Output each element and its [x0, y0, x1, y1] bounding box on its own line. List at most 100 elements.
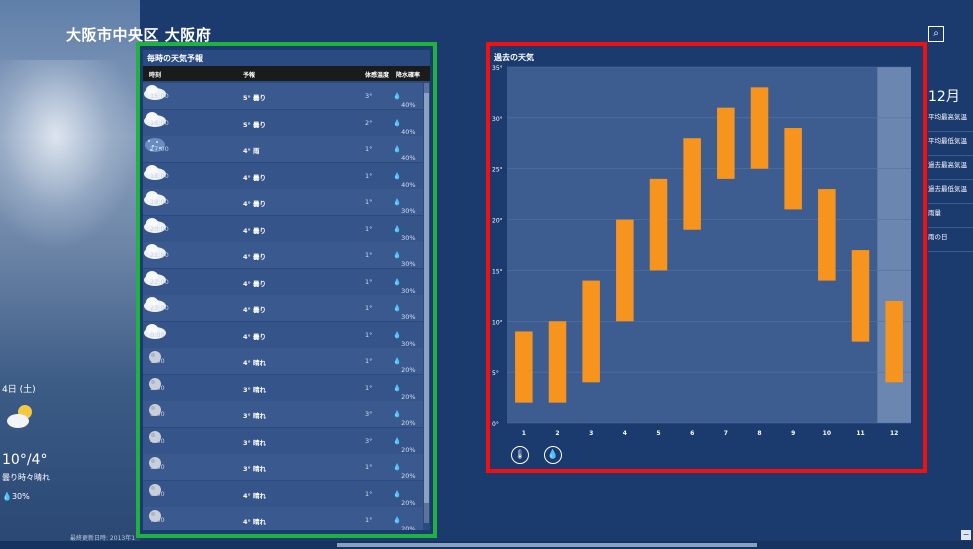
hourly-time: 22:00 — [150, 277, 169, 286]
hourly-row[interactable]: 17:00 4° 雨 1° 💧 40% — [143, 136, 423, 162]
hourly-row[interactable]: 19:00 4° 曇り 1° 💧 30% — [143, 189, 423, 215]
hourly-row[interactable]: 6:00 4° 晴れ 1° 💧 20% — [143, 480, 423, 507]
chart-x-tick: 7 — [724, 430, 728, 437]
hourly-precip: 💧 20% — [393, 410, 416, 427]
hourly-feels-like: 3° — [365, 410, 373, 418]
temperature-toggle-button[interactable]: 🌡 — [511, 446, 529, 464]
today-precip: 💧30% — [2, 492, 30, 501]
chart-y-tick: 0° — [492, 421, 499, 428]
hourly-row[interactable]: 16:00 5° 曇り 2° 💧 40% — [143, 109, 423, 136]
hourly-list[interactable]: 15:00 5° 曇り 3° 💧 40% 16:00 5° 曇り 2° 💧 40% 17:00 4… — [143, 83, 423, 530]
hourly-row[interactable]: 21:00 4° 曇り 1° 💧 30% — [143, 242, 423, 268]
hourly-precip-value: 20% — [401, 525, 416, 530]
month-stats-list: 平均最高気温 平均最低気温 過去最高気温 過去最低気温 雨量 雨の日 — [928, 108, 973, 252]
hourly-time: 6:00 — [150, 489, 165, 498]
hourly-precip: 💧 20% — [393, 357, 416, 374]
partly-cloudy-icon — [7, 405, 32, 428]
page-scrollbar[interactable] — [0, 541, 973, 549]
hourly-condition: 5° 曇り — [243, 94, 267, 102]
minus-icon[interactable]: − — [961, 530, 971, 540]
chart-x-tick: 2 — [555, 430, 559, 437]
hourly-condition: 4° 曇り — [243, 279, 267, 288]
hourly-precip-value: 30% — [401, 313, 416, 321]
chart-y-tick: 25° — [492, 167, 503, 174]
hourly-time: 0:00 — [150, 330, 165, 339]
hourly-feels-like: 3° — [365, 92, 373, 100]
hourly-precip-value: 40% — [401, 180, 416, 189]
hourly-condition: 4° 晴れ — [243, 491, 267, 500]
hourly-precip: 💧 40% — [393, 92, 416, 109]
chart-x-tick: 8 — [757, 430, 761, 437]
hourly-precip-value: 20% — [401, 472, 416, 480]
hourly-row[interactable]: 7:00 4° 晴れ 1° 💧 20% — [143, 507, 423, 530]
chart-x-tick: 3 — [589, 430, 593, 437]
hourly-feels-like: 1° — [365, 198, 373, 206]
chart-y-tick: 5° — [492, 370, 499, 377]
hourly-condition: 4° 晴れ — [243, 359, 267, 367]
hourly-feels-like: 2° — [365, 118, 373, 127]
hourly-precip-value: 30% — [401, 339, 416, 348]
hourly-condition: 4° 曇り — [243, 226, 267, 235]
hourly-scrollbar[interactable] — [424, 83, 429, 523]
hourly-feels-like: 1° — [365, 330, 373, 339]
today-temp: 10°/4° — [2, 452, 48, 468]
chart-bar-month-11 — [851, 250, 870, 342]
hourly-precip: 💧 20% — [393, 516, 416, 530]
hourly-time: 15:00 — [150, 92, 169, 100]
hourly-row[interactable]: 20:00 4° 曇り 1° 💧 30% — [143, 215, 423, 242]
hourly-condition: 4° 晴れ — [243, 518, 267, 526]
chart-bar-month-1 — [515, 331, 533, 403]
hourly-condition: 3° 晴れ — [243, 412, 267, 420]
hourly-title: 毎時の天気予報 — [147, 54, 203, 63]
hourly-feels-like: 1° — [365, 145, 373, 153]
hourly-feels-like: 1° — [365, 357, 373, 365]
hourly-time: 23:00 — [150, 304, 169, 312]
precipitation-toggle-button[interactable]: 💧 — [544, 446, 562, 464]
hourly-precip-value: 40% — [401, 101, 416, 109]
today-date: 4日 (土) — [2, 385, 36, 395]
hourly-condition: 4° 曇り — [243, 173, 267, 182]
hourly-feels-like: 1° — [365, 171, 373, 180]
hourly-time: 21:00 — [150, 251, 169, 259]
hourly-feels-like: 1° — [365, 383, 373, 392]
hourly-precip: 💧 30% — [393, 251, 416, 268]
month-label: 12月 — [928, 89, 960, 105]
month-stat-item: 平均最低気温 — [928, 132, 973, 156]
chart-y-tick: 20° — [492, 218, 503, 225]
hourly-precip: 💧 20% — [393, 489, 416, 507]
month-stat-item: 過去最低気温 — [928, 180, 973, 204]
chart-y-tick: 10° — [492, 319, 503, 326]
hourly-precip-value: 30% — [401, 233, 416, 242]
hourly-row[interactable]: 15:00 5° 曇り 3° 💧 40% — [143, 83, 423, 109]
hourly-condition: 4° 雨 — [243, 147, 260, 155]
cloud-image — [0, 60, 140, 250]
hourly-row[interactable]: 18:00 4° 曇り 1° 💧 40% — [143, 162, 423, 189]
hourly-feels-like: 1° — [365, 489, 373, 498]
chart-bar-month-2 — [548, 321, 567, 403]
search-icon: ⌕ — [933, 28, 939, 39]
hourly-row[interactable]: 1:00 4° 晴れ 1° 💧 20% — [143, 348, 423, 374]
hourly-row[interactable]: 0:00 4° 曇り 1° 💧 30% — [143, 321, 423, 348]
hourly-row[interactable]: 22:00 4° 曇り 1° 💧 30% — [143, 268, 423, 295]
hourly-row[interactable]: 4:00 3° 晴れ 3° 💧 20% — [143, 427, 423, 454]
hourly-precip-value: 40% — [401, 127, 416, 136]
chart-bar-month-3 — [582, 280, 600, 383]
hourly-condition: 4° 曇り — [243, 332, 267, 341]
hourly-precip: 💧 40% — [393, 145, 416, 162]
search-button[interactable]: ⌕ — [928, 26, 944, 42]
hourly-row[interactable]: 3:00 3° 晴れ 3° 💧 20% — [143, 401, 423, 427]
hourly-time: 1:00 — [150, 357, 165, 365]
col-feels: 体感温度 — [365, 72, 390, 79]
hourly-precip: 💧 20% — [393, 463, 416, 480]
chart-y-tick: 30° — [492, 116, 503, 123]
hourly-feels-like: 1° — [365, 277, 373, 286]
chart-bar-month-12 — [885, 300, 903, 383]
hourly-row[interactable]: 5:00 3° 晴れ 1° 💧 20% — [143, 454, 423, 480]
page-scroll-thumb[interactable] — [337, 543, 757, 547]
hourly-precip: 💧 30% — [393, 330, 416, 348]
chart-plot-area — [507, 67, 911, 423]
hourly-scroll-thumb[interactable] — [424, 93, 429, 503]
hourly-row[interactable]: 2:00 3° 晴れ 1° 💧 20% — [143, 374, 423, 401]
hourly-row[interactable]: 23:00 4° 曇り 1° 💧 30% — [143, 295, 423, 321]
month-stat-item: 雨量 — [928, 204, 973, 228]
